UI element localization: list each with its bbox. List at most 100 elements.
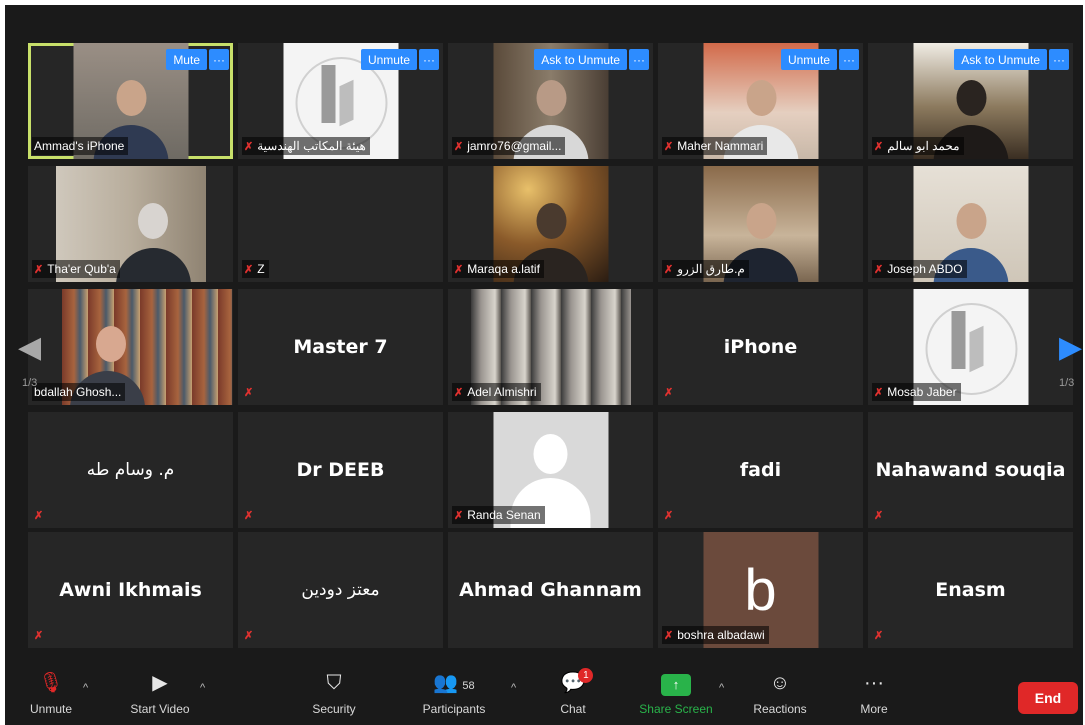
participant-name: Randa Senan [467, 508, 541, 522]
participant-name-bar: ✗ [242, 506, 257, 524]
more-options-button[interactable]: ··· [629, 49, 649, 70]
chevron-up-icon[interactable]: ^ [719, 682, 724, 694]
muted-mic-icon: ✗ [34, 263, 44, 276]
share-screen-button[interactable]: ↑ Share Screen [633, 670, 719, 716]
shield-icon: ⛉ [326, 672, 342, 694]
ask-to-unmute-button[interactable]: Ask to Unmute [534, 49, 627, 70]
participant-name-bar: ✗ [662, 506, 677, 524]
chevron-up-icon[interactable]: ^ [83, 682, 88, 694]
muted-mic-icon: ✗ [454, 263, 464, 276]
participant-name-bar: ✗ Maher Nammari [662, 137, 768, 155]
unmute-button[interactable]: 🎙 Unmute [25, 670, 77, 716]
muted-mic-icon: ✗ [874, 263, 884, 276]
muted-mic-icon: ✗ [244, 386, 254, 399]
participant-tile[interactable]: b ✗ boshra albadawi [658, 532, 863, 648]
participant-name-large: iPhone [723, 336, 798, 358]
participant-tile[interactable]: Awni Ikhmais ✗ [28, 532, 233, 648]
participant-name-bar: ✗ [242, 383, 257, 401]
participant-tile[interactable]: Unmute ··· ✗ هيئة المكاتب الهندسية [238, 43, 443, 159]
previous-page-arrow-icon[interactable]: ◀ [18, 330, 41, 365]
muted-mic-icon: ✗ [34, 629, 44, 642]
participant-name-bar: ✗ Z [242, 260, 269, 278]
more-options-button[interactable]: ··· [209, 49, 229, 70]
participant-tile[interactable]: Ahmad Ghannam [448, 532, 653, 648]
chat-unread-badge: 1 [578, 668, 594, 683]
reactions-button[interactable]: ☺ Reactions [747, 670, 813, 716]
participant-tile[interactable]: معتز دودين ✗ [238, 532, 443, 648]
muted-mic-icon: ✗ [454, 140, 464, 153]
participant-name-bar: ✗ محمد ابو سالم [872, 137, 964, 155]
muted-mic-icon: ✗ [874, 509, 884, 522]
ask-to-unmute-button[interactable]: Ask to Unmute [954, 49, 1047, 70]
more-options-button[interactable]: ··· [419, 49, 439, 70]
participant-tile[interactable]: ✗ Maraqa a.latif [448, 166, 653, 282]
participants-icon: 👥 58 [433, 672, 475, 694]
participant-tile[interactable]: م. وسام طه ✗ [28, 412, 233, 528]
muted-mic-icon: ✗ [874, 386, 884, 399]
meeting-toolbar: 🎙 Unmute ^ ▶ Start Video ^ ⛉ Security 👥 5… [5, 660, 1083, 725]
participant-name-large: Awni Ikhmais [59, 579, 202, 601]
participant-name-bar: ✗ Maraqa a.latif [452, 260, 544, 278]
participant-tile[interactable]: Ask to Unmute ··· ✗ jamro76@gmail... [448, 43, 653, 159]
participant-name-bar: ✗ Joseph ABDO [872, 260, 967, 278]
chevron-up-icon[interactable]: ^ [200, 682, 205, 694]
more-options-button[interactable]: ··· [1049, 49, 1069, 70]
participant-name-large: م. وسام طه [86, 460, 175, 480]
participant-name-bar: ✗ Adel Almishri [452, 383, 541, 401]
participant-tile[interactable]: ✗ Adel Almishri [448, 289, 653, 405]
participant-tile[interactable]: fadi ✗ [658, 412, 863, 528]
muted-mic-icon: ✗ [244, 263, 254, 276]
muted-mic-icon: ✗ [664, 386, 674, 399]
participant-name-bar: ✗ Randa Senan [452, 506, 545, 524]
participant-name-bar: Ammad's iPhone [32, 137, 129, 155]
next-page-arrow-icon[interactable]: ▶ [1059, 330, 1082, 365]
muted-mic-icon: ✗ [664, 629, 674, 642]
participant-tile[interactable]: Unmute ··· ✗ Maher Nammari [658, 43, 863, 159]
page-indicator-left: 1/3 [22, 377, 38, 389]
participant-tile[interactable]: ✗ Z [238, 166, 443, 282]
muted-mic-icon: ✗ [664, 263, 674, 276]
participant-tile[interactable]: bdallah Ghosh... [28, 289, 233, 405]
participant-name-bar: ✗ [32, 506, 47, 524]
chevron-up-icon[interactable]: ^ [511, 682, 516, 694]
participants-button[interactable]: 👥 58 Participants [413, 670, 495, 716]
mute-button[interactable]: Mute [166, 49, 207, 70]
participant-name: Z [257, 262, 265, 276]
participant-tile[interactable]: ✗ Tha'er Qub'a [28, 166, 233, 282]
participant-tile[interactable]: Nahawand souqia ✗ [868, 412, 1073, 528]
more-button[interactable]: ··· More [853, 670, 895, 716]
participant-tile[interactable]: ✗ Randa Senan [448, 412, 653, 528]
participant-tile[interactable]: Master 7 ✗ [238, 289, 443, 405]
muted-mic-icon: ✗ [664, 140, 674, 153]
participant-name-bar: ✗ [32, 626, 47, 644]
muted-mic-icon: ✗ [664, 509, 674, 522]
end-meeting-button[interactable]: End [1018, 682, 1078, 714]
participant-name: bdallah Ghosh... [34, 385, 122, 399]
participant-name-large: Master 7 [293, 336, 388, 358]
participant-tile[interactable]: Dr DEEB ✗ [238, 412, 443, 528]
chat-bubble-icon: 💬 1 [561, 668, 594, 696]
participant-tile[interactable]: ✗ Joseph ABDO [868, 166, 1073, 282]
unmute-button[interactable]: Unmute [780, 49, 837, 70]
muted-mic-icon: ✗ [454, 509, 464, 522]
muted-mic-icon: ✗ [244, 509, 254, 522]
participant-tile[interactable]: iPhone ✗ [658, 289, 863, 405]
participant-tile[interactable]: ✗ Mosab Jaber [868, 289, 1073, 405]
participant-name-bar: bdallah Ghosh... [32, 383, 126, 401]
muted-mic-icon: ✗ [34, 509, 44, 522]
start-video-button[interactable]: ▶ Start Video [123, 670, 197, 716]
more-options-button[interactable]: ··· [839, 49, 859, 70]
participant-tile-ammads-iphone[interactable]: Mute ··· Ammad's iPhone [28, 43, 233, 159]
participant-name: boshra albadawi [677, 628, 765, 642]
muted-mic-icon: ✗ [244, 140, 254, 153]
participant-tile[interactable]: Ask to Unmute ··· ✗ محمد ابو سالم [868, 43, 1073, 159]
participant-name-bar: ✗ [872, 626, 887, 644]
security-button[interactable]: ⛉ Security [305, 670, 363, 716]
participant-name-bar: ✗ [662, 383, 677, 401]
unmute-button[interactable]: Unmute [360, 49, 417, 70]
chat-button[interactable]: 💬 1 Chat [553, 668, 594, 716]
participant-tile[interactable]: Enasm ✗ [868, 532, 1073, 648]
participant-tile[interactable]: ✗ م.طارق الزرو [658, 166, 863, 282]
participant-name-bar: ✗ م.طارق الزرو [662, 260, 749, 278]
participant-name-large: fadi [739, 459, 782, 481]
